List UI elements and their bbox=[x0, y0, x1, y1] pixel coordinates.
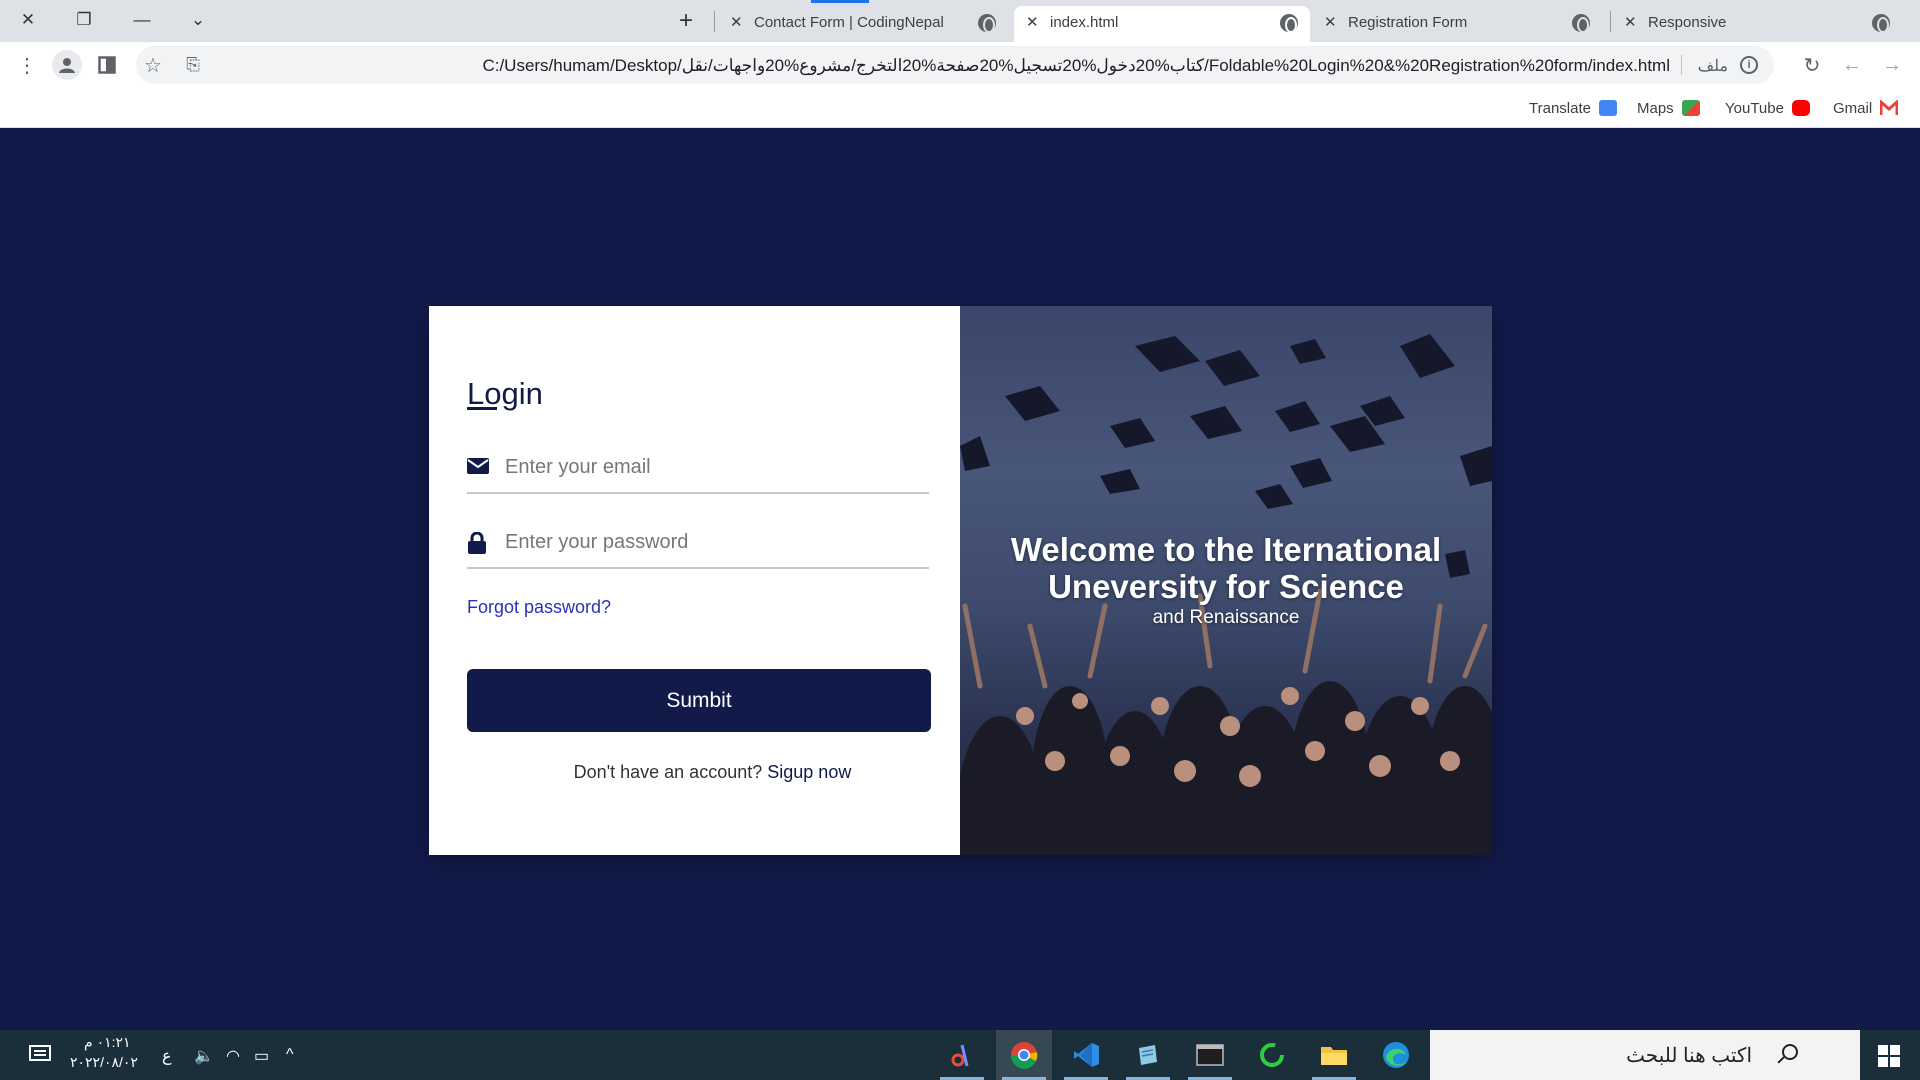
close-tab-icon[interactable]: ✕ bbox=[1324, 13, 1337, 31]
profile-icon[interactable] bbox=[52, 50, 82, 80]
login-form-pane: Login Forgot password? Sumbit Don't have… bbox=[429, 306, 960, 855]
tab-registration-form[interactable]: ✕ Registration Form bbox=[1312, 6, 1602, 42]
snipping-tool-icon[interactable] bbox=[934, 1030, 990, 1080]
gmail-icon bbox=[1880, 100, 1899, 115]
bookmark-label: Gmail bbox=[1833, 99, 1873, 117]
close-tab-icon[interactable]: ✕ bbox=[730, 13, 743, 31]
taskbar-search-box[interactable]: اكتب هنا للبحث bbox=[1430, 1030, 1860, 1080]
url-text[interactable]: C:/Users/humam/Desktop/كتاب%20دخول%20تسج… bbox=[482, 56, 1670, 76]
tab-contact-form[interactable]: ✕ Contact Form | CodingNepal bbox=[718, 6, 1008, 42]
globe-icon bbox=[978, 14, 996, 33]
clock-date[interactable]: ٢٠٢٢/٠٨/٠٢ bbox=[70, 1054, 138, 1071]
site-info-icon[interactable]: i bbox=[1740, 56, 1758, 74]
wifi-icon[interactable]: ◠ bbox=[226, 1046, 240, 1066]
share-icon[interactable]: ⎘ bbox=[178, 50, 208, 80]
restore-window-icon[interactable]: ❐ bbox=[62, 4, 106, 36]
file-explorer-icon[interactable] bbox=[1306, 1030, 1362, 1080]
lock-icon bbox=[467, 531, 489, 554]
address-divider bbox=[1681, 55, 1682, 75]
globe-icon bbox=[1572, 14, 1590, 33]
password-input[interactable] bbox=[505, 525, 915, 559]
notifications-icon[interactable] bbox=[20, 1030, 60, 1080]
side-panel-icon[interactable] bbox=[92, 50, 122, 80]
tab-index-html[interactable]: ✕ index.html bbox=[1014, 6, 1310, 42]
volume-icon[interactable]: 🔈 bbox=[194, 1046, 214, 1066]
bookmark-maps[interactable]: Maps bbox=[1637, 97, 1700, 119]
bookmark-gmail[interactable]: Gmail bbox=[1833, 97, 1899, 119]
show-hidden-icons-icon[interactable]: ^ bbox=[286, 1046, 294, 1064]
hero-subtitle: and Renaissance bbox=[1152, 607, 1300, 628]
signup-link[interactable]: Sigup now bbox=[767, 762, 851, 782]
back-arrow-icon[interactable]: ← bbox=[1837, 50, 1867, 80]
email-input[interactable] bbox=[505, 450, 915, 484]
hero-title: Welcome to the Iternational Uneversity f… bbox=[1010, 531, 1442, 605]
bookmarks-bar: Translate Maps YouTube Gmail bbox=[0, 88, 1920, 128]
forgot-password-link[interactable]: Forgot password? bbox=[467, 597, 611, 618]
chrome-icon[interactable] bbox=[996, 1030, 1052, 1080]
close-window-icon[interactable]: ✕ bbox=[6, 4, 50, 36]
reload-icon[interactable]: ↻ bbox=[1797, 50, 1827, 80]
google-maps-icon bbox=[1681, 100, 1700, 116]
tab-separator bbox=[1610, 11, 1611, 32]
address-bar[interactable]: ☆ ⎘ C:/Users/humam/Desktop/كتاب%20دخول%2… bbox=[136, 46, 1774, 84]
email-field bbox=[467, 442, 929, 494]
search-icon bbox=[1782, 1044, 1798, 1060]
graduation-hero-image: Welcome to the Iternational Uneversity f… bbox=[960, 306, 1492, 855]
edge-icon[interactable] bbox=[1368, 1030, 1424, 1080]
close-tab-icon[interactable]: ✕ bbox=[1026, 13, 1039, 31]
globe-icon bbox=[1280, 14, 1298, 33]
terminal-icon[interactable] bbox=[1182, 1030, 1238, 1080]
bookmark-youtube[interactable]: YouTube bbox=[1725, 97, 1810, 119]
tab-label: Responsive bbox=[1648, 14, 1727, 31]
bookmark-label: YouTube bbox=[1725, 99, 1784, 117]
menu-kebab-icon[interactable]: ⋮ bbox=[12, 50, 42, 80]
minimize-window-icon[interactable]: — bbox=[120, 4, 164, 36]
notepad-icon[interactable] bbox=[1120, 1030, 1176, 1080]
submit-button[interactable]: Sumbit bbox=[467, 669, 931, 732]
forward-arrow-icon[interactable]: → bbox=[1877, 50, 1907, 80]
signup-prompt: Don't have an account? bbox=[573, 762, 763, 782]
bookmark-star-icon[interactable]: ☆ bbox=[138, 50, 168, 80]
bookmark-label: Translate bbox=[1529, 99, 1591, 117]
tab-responsive[interactable]: ✕ Responsive bbox=[1612, 6, 1902, 42]
close-tab-icon[interactable]: ✕ bbox=[1624, 13, 1637, 31]
new-tab-button[interactable]: + bbox=[668, 6, 704, 36]
login-card: Login Forgot password? Sumbit Don't have… bbox=[429, 306, 1492, 855]
tab-label: Registration Form bbox=[1348, 14, 1468, 31]
vscode-icon[interactable] bbox=[1058, 1030, 1114, 1080]
signup-row: Don't have an account? Sigup now bbox=[429, 762, 960, 783]
envelope-icon bbox=[467, 457, 489, 477]
bookmark-label: Maps bbox=[1637, 99, 1674, 117]
tab-loading-indicator bbox=[811, 0, 869, 3]
windows-start-icon[interactable] bbox=[1878, 1045, 1900, 1067]
tab-separator bbox=[714, 11, 715, 32]
browser-toolbar: ⋮ ☆ ⎘ C:/Users/humam/Desktop/كتاب%20دخول… bbox=[0, 42, 1920, 88]
scheme-label: ملف bbox=[1697, 58, 1728, 75]
tab-strip: ✕ ❐ — ⌄ + ✕ Contact Form | CodingNepal ✕… bbox=[0, 0, 1920, 42]
tab-label: index.html bbox=[1050, 14, 1119, 31]
input-language[interactable]: ع bbox=[162, 1046, 172, 1066]
tab-label: Contact Form | CodingNepal bbox=[754, 14, 944, 31]
youtube-icon bbox=[1791, 100, 1810, 116]
google-translate-icon bbox=[1598, 100, 1617, 116]
windows-taskbar: ٠١:٢١ م ٢٠٢٢/٠٨/٠٢ ع 🔈 ◠ ▭ ^ اكتب هنا لل… bbox=[0, 1030, 1920, 1080]
tab-search-icon[interactable]: ⌄ bbox=[176, 4, 220, 36]
password-field bbox=[467, 517, 929, 569]
taskbar-search-placeholder: اكتب هنا للبحث bbox=[1626, 1045, 1752, 1067]
clock-time[interactable]: ٠١:٢١ م bbox=[84, 1034, 131, 1051]
battery-icon[interactable]: ▭ bbox=[254, 1046, 269, 1066]
refresh-app-icon[interactable] bbox=[1244, 1030, 1300, 1080]
bookmark-translate[interactable]: Translate bbox=[1529, 97, 1617, 119]
globe-icon bbox=[1872, 14, 1890, 33]
title-underline bbox=[467, 407, 497, 410]
